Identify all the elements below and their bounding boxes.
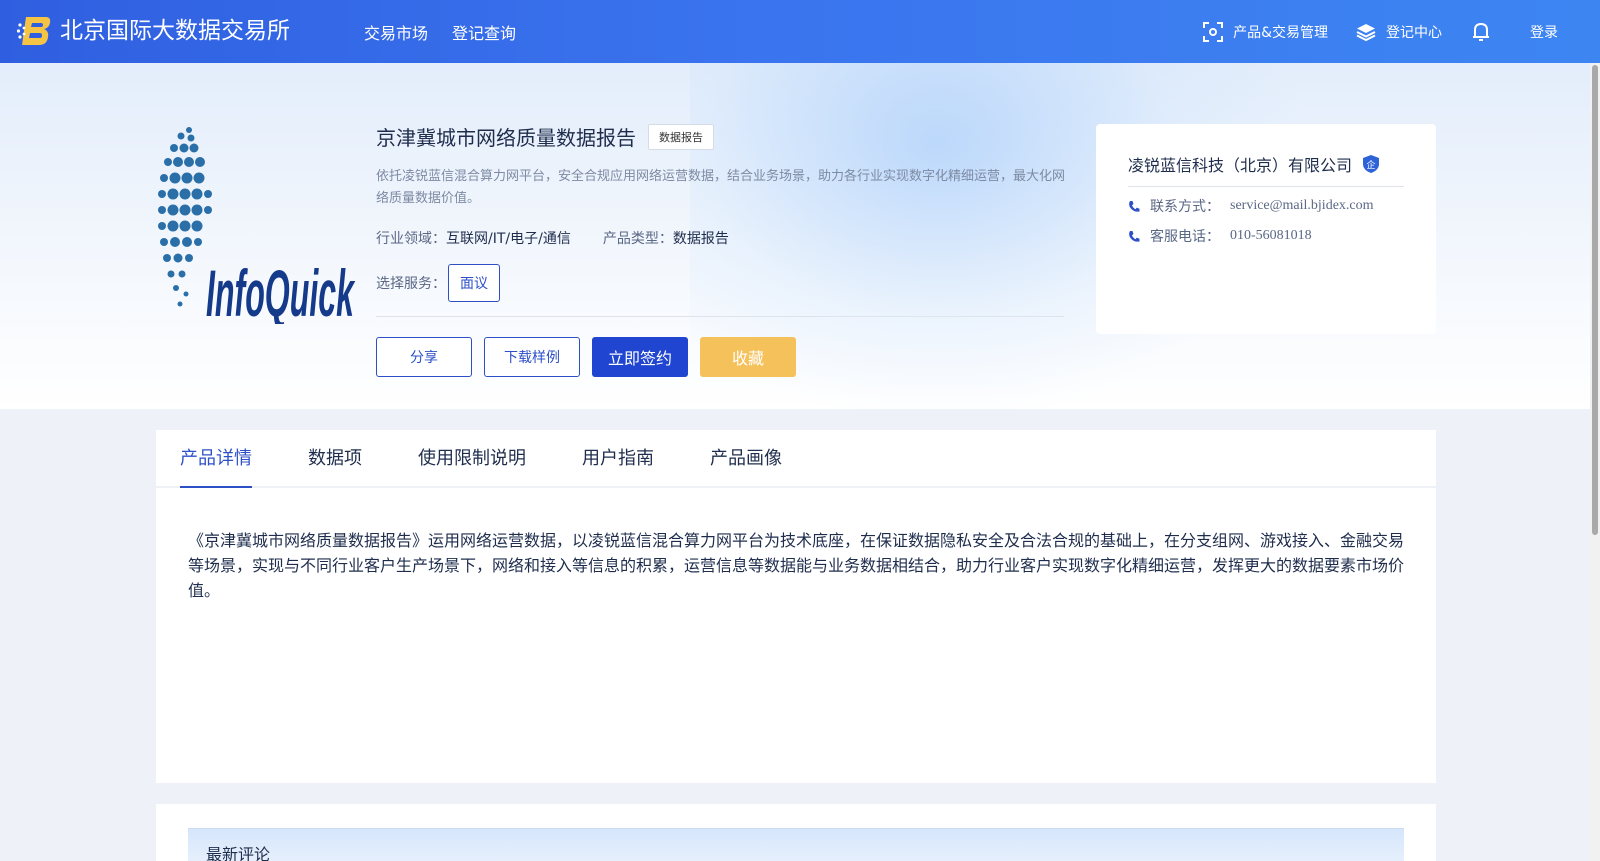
phone-number: 010-56081018 — [1230, 228, 1312, 243]
product-title-row: 京津冀城市网络质量数据报告 数据报告 — [376, 122, 714, 151]
top-right-actions: 产品&交易管理 登记中心 登录 — [1175, 0, 1558, 63]
contact-email-row: 联系方式： service@mail.bjidex.com — [1128, 196, 1374, 216]
industry-value: 互联网/IT/电子/通信 — [446, 231, 571, 247]
page-scrollbar[interactable] — [1590, 63, 1600, 861]
logo-wordmark: InfoQuick — [206, 256, 356, 324]
tab-data-items[interactable]: 数据项 — [308, 430, 362, 486]
tab-user-guide[interactable]: 用户指南 — [582, 430, 654, 486]
company-header: 凌锐蓝信科技（北京）有限公司 企 — [1128, 152, 1380, 176]
divider — [376, 316, 1064, 317]
svg-text:企: 企 — [1367, 159, 1376, 171]
service-selector: 选择服务： 面议 — [376, 264, 500, 302]
product-detail-text: 《京津冀城市网络质量数据报告》运用网络运营数据，以凌锐蓝信混合算力网平台为技术底… — [188, 531, 1405, 600]
bjidex-logo-icon — [16, 17, 51, 45]
registry-center-label: 登记中心 — [1386, 24, 1442, 41]
enterprise-verified-badge-icon: 企 — [1363, 155, 1380, 173]
top-navbar: 北京国际大数据交易所 交易市场 登记查询 产品&交易管理 登记中心 登录 — [0, 0, 1600, 63]
company-card: 凌锐蓝信科技（北京）有限公司 企 联系方式： service@mail.bjid… — [1096, 124, 1436, 334]
product-title: 京津冀城市网络质量数据报告 — [376, 126, 636, 150]
detail-tabs: 产品详情 数据项 使用限制说明 用户指南 产品画像 — [156, 430, 1436, 488]
tab-usage-restrictions[interactable]: 使用限制说明 — [418, 430, 526, 486]
product-management-label: 产品&交易管理 — [1233, 24, 1328, 41]
share-button[interactable]: 分享 — [376, 337, 472, 377]
action-buttons: 分享 下载样例 立即签约 收藏 — [376, 337, 796, 377]
service-label: 选择服务： — [376, 276, 446, 292]
nav-item-market[interactable]: 交易市场 — [364, 20, 428, 44]
main-nav: 交易市场 登记查询 — [364, 20, 516, 44]
comments-header: 最新评论 — [188, 828, 1404, 861]
notification-button[interactable] — [1470, 21, 1502, 43]
divider — [1128, 186, 1404, 187]
login-label: 登录 — [1530, 24, 1558, 41]
product-management-link[interactable]: 产品&交易管理 — [1203, 21, 1328, 42]
favorite-button[interactable]: 收藏 — [700, 337, 796, 377]
download-sample-button[interactable]: 下载样例 — [484, 337, 580, 377]
tab-product-profile[interactable]: 产品画像 — [710, 430, 782, 486]
phone-icon — [1129, 200, 1140, 212]
nav-item-registry-query[interactable]: 登记查询 — [452, 20, 516, 44]
bell-icon — [1473, 22, 1489, 41]
contact-email: service@mail.bjidex.com — [1230, 198, 1374, 213]
phone-label: 客服电话： — [1150, 229, 1220, 245]
comments-title: 最新评论 — [206, 845, 271, 861]
product-type-value: 数据报告 — [672, 231, 729, 247]
contact-phone-row: 客服电话： 010-56081018 — [1128, 226, 1312, 246]
scrollbar-thumb[interactable] — [1592, 65, 1598, 535]
tab-product-details[interactable]: 产品详情 — [180, 430, 252, 488]
company-name[interactable]: 凌锐蓝信科技（北京）有限公司 — [1128, 152, 1352, 176]
industry-field: 行业领域：互联网/IT/电子/通信 — [376, 231, 571, 247]
product-type-field: 产品类型：数据报告 — [602, 231, 729, 247]
service-option-negotiable[interactable]: 面议 — [448, 264, 500, 302]
contact-label: 联系方式： — [1150, 199, 1220, 215]
layers-icon — [1356, 23, 1376, 41]
brand-name: 北京国际大数据交易所 — [60, 18, 290, 44]
product-detail-panel: 产品详情 数据项 使用限制说明 用户指南 产品画像 《京津冀城市网络质量数据报告… — [156, 430, 1436, 783]
comments-section: 最新评论 — [156, 804, 1436, 861]
infoquick-logo: InfoQuick — [158, 127, 356, 324]
phone-icon — [1129, 230, 1140, 242]
login-link[interactable]: 登录 — [1530, 22, 1558, 42]
product-type-tag: 数据报告 — [648, 123, 714, 150]
product-description: 依托凌锐蓝信混合算力网平台，安全合规应用网络运营数据，结合业务场景，助力各行业实… — [376, 169, 1066, 206]
sign-now-button[interactable]: 立即签约 — [592, 337, 688, 377]
scan-focus-icon — [1203, 21, 1224, 42]
product-meta: 行业领域：互联网/IT/电子/通信 产品类型：数据报告 — [376, 228, 729, 248]
brand[interactable]: 北京国际大数据交易所 — [16, 14, 290, 48]
registry-center-link[interactable]: 登记中心 — [1356, 22, 1442, 42]
